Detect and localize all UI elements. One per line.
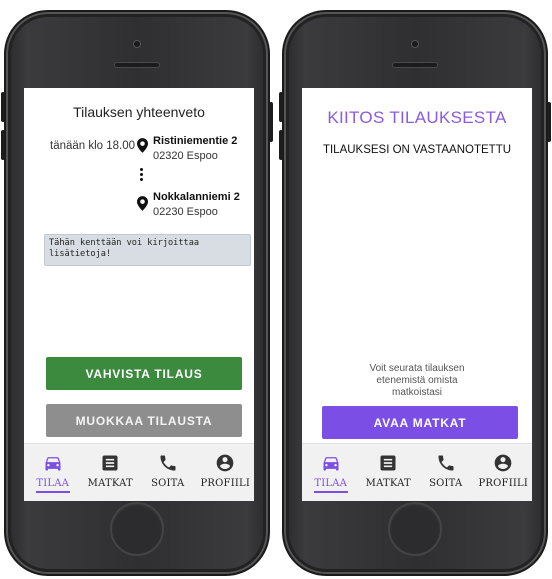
home-button — [110, 502, 164, 556]
speaker-grille — [114, 62, 160, 68]
route-dots — [140, 168, 144, 183]
nav-label: MATKAT — [87, 478, 133, 489]
order-confirmed-screen: KIITOS TILAUKSESTA TILAUKSESI ON VASTAAN… — [302, 88, 532, 501]
volume-up-button — [1, 92, 5, 122]
volume-down-button — [279, 130, 283, 160]
phone-icon — [160, 455, 176, 471]
volume-down-button — [1, 130, 5, 160]
nav-label: TILAA — [36, 478, 70, 489]
nav-label: SOITA — [151, 478, 185, 489]
nav-item-matkat[interactable]: MATKAT — [82, 444, 140, 501]
account-icon — [216, 454, 234, 472]
nav-item-profiili[interactable]: PROFIILI — [197, 444, 255, 501]
page-title: KIITOS TILAUKSESTA — [327, 108, 507, 127]
nav-item-tilaa[interactable]: TILAA — [302, 444, 360, 501]
follow-line: matkoistasi — [391, 387, 442, 398]
power-button — [547, 102, 551, 142]
edit-order-button[interactable]: MUOKKAA TILAUSTA — [46, 404, 242, 437]
speaker-grille — [392, 62, 438, 68]
home-button — [388, 502, 442, 556]
nav-item-profiili[interactable]: PROFIILI — [475, 444, 533, 501]
power-button — [269, 102, 273, 142]
page-title: Tilauksen yhteenveto — [73, 104, 205, 120]
camera-icon — [411, 40, 419, 48]
bottom-nav: TILAA MATKAT SOITA PROFIILI — [24, 443, 254, 501]
nav-label: PROFIILI — [200, 478, 250, 489]
follow-line: etenemistä omista — [376, 375, 458, 386]
account-icon — [494, 454, 512, 472]
notes-textarea[interactable]: Tähän kenttään voi kirjoittaa lisätietoj… — [44, 234, 251, 266]
list-icon — [102, 455, 118, 471]
location-pin-icon — [137, 138, 148, 153]
dropoff-city: 02230 Espoo — [153, 206, 218, 218]
bottom-nav: TILAA MATKAT SOITA PROFIILI — [302, 443, 532, 501]
confirm-order-button[interactable]: VAHVISTA TILAUS — [46, 357, 242, 390]
order-summary-screen: Tilauksen yhteenveto tänään klo 18.00 Ri… — [24, 88, 254, 501]
open-trips-button[interactable]: AVAA MATKAT — [322, 406, 518, 439]
camera-icon — [133, 40, 141, 48]
pickup-city: 02320 Espoo — [153, 150, 218, 162]
nav-label: TILAA — [314, 478, 348, 489]
car-icon — [45, 457, 61, 471]
dropoff-street: Nokkalanniemi 2 — [153, 191, 240, 203]
phone-right: KIITOS TILAUKSESTA TILAUKSESI ON VASTAAN… — [279, 10, 551, 576]
nav-item-soita[interactable]: SOITA — [417, 444, 475, 501]
nav-label: SOITA — [429, 478, 463, 489]
pickup-time: tänään klo 18.00 — [50, 140, 136, 152]
list-icon — [380, 455, 396, 471]
phone-left: Tilauksen yhteenveto tänään klo 18.00 Ri… — [1, 10, 273, 576]
nav-label: MATKAT — [365, 478, 411, 489]
nav-item-matkat[interactable]: MATKAT — [360, 444, 418, 501]
follow-line: Voit seurata tilauksen — [369, 363, 465, 374]
nav-item-soita[interactable]: SOITA — [139, 444, 197, 501]
pickup-street: Ristiniementie 2 — [153, 135, 238, 147]
nav-item-tilaa[interactable]: TILAA — [24, 444, 82, 501]
phone-icon — [438, 455, 454, 471]
location-pin-icon — [137, 196, 148, 211]
nav-label: PROFIILI — [478, 478, 528, 489]
volume-up-button — [279, 92, 283, 122]
car-icon — [323, 457, 339, 471]
order-received-text: TILAUKSESI ON VASTAANOTETTU — [322, 144, 512, 156]
follow-info-text: Voit seurata tilauksen etenemistä omista… — [302, 363, 532, 399]
